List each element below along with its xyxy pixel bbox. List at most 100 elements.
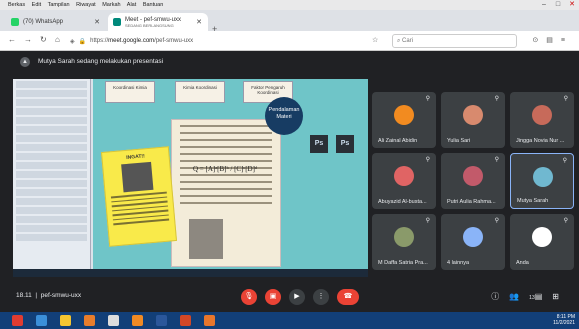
folder-icon[interactable]	[60, 315, 71, 326]
ps-icon: Ps	[336, 135, 354, 153]
mic-muted-icon: ⚲	[563, 218, 568, 224]
lock-icon: 🔒	[78, 38, 87, 45]
menu-bar: Berkas Edit Tampilan Riwayat Markah Alat…	[0, 0, 579, 10]
url-path: /pef-smwu-uxx	[154, 38, 194, 44]
participant-tile[interactable]: ⚲ 4 lainnya	[441, 214, 505, 270]
mic-muted-icon: ⚲	[562, 158, 567, 164]
meeting-info: 18.11 | pef-smwu-uxx	[16, 292, 82, 299]
more-options-icon[interactable]: ⋮	[313, 289, 329, 305]
chat-icon[interactable]: ▤	[535, 292, 553, 301]
slide-canvas: Koordinasi Kimia Kimia Koordinasi Faktor…	[93, 79, 368, 269]
meeting-controls-bar: 18.11 | pef-smwu-uxx 🎙 ▣ ▶ ⋮ ☎ ⓘ👥13▤⊞	[0, 281, 579, 312]
avatar	[532, 227, 552, 247]
folder-tab: Koordinasi Kimia	[105, 81, 155, 103]
sticky-title: INGAT!!	[126, 153, 146, 161]
menu-view[interactable]: Tampilan	[48, 2, 70, 8]
participant-name: Putri Aulia Rahma...	[447, 199, 496, 205]
word-icon[interactable]	[156, 315, 167, 326]
search-input[interactable]: ⌕ Cari	[392, 34, 517, 48]
ie-icon[interactable]	[36, 315, 47, 326]
toolbar-icons[interactable]: ⊙▤≡	[532, 36, 573, 44]
participant-tile[interactable]: ⚲ Mutya Sarah	[510, 153, 574, 209]
forward-icon[interactable]: →	[24, 35, 32, 44]
hang-up-icon[interactable]: ☎	[337, 289, 359, 305]
ps-icon: Ps	[310, 135, 328, 153]
menu-tools[interactable]: Alat	[127, 2, 136, 8]
avatar	[394, 166, 414, 186]
participant-name: Abuyazid Al-busta...	[378, 199, 427, 205]
camera-off-icon[interactable]: ▣	[265, 289, 281, 305]
menu-help[interactable]: Bantuan	[143, 2, 164, 8]
participant-name: Yulia Sari	[447, 138, 471, 144]
activities-icon[interactable]: ⊞	[552, 292, 569, 301]
close-window-icon[interactable]: ✕	[565, 0, 579, 10]
menu-file[interactable]: Berkas	[8, 2, 25, 8]
avatar	[463, 166, 483, 186]
avatar	[394, 227, 414, 247]
start-icon[interactable]	[12, 315, 23, 326]
search-placeholder: Cari	[402, 38, 414, 44]
slide-formula: Q = [A]ᵃ[B]ᵇ / [C]ᶜ[D]ᵈ	[193, 165, 258, 173]
sticky-photo	[121, 161, 154, 193]
participant-tile[interactable]: ⚲ Jingga Novia Nur ...	[510, 92, 574, 148]
mic-muted-icon: ⚲	[563, 96, 568, 102]
slide-paper	[171, 119, 281, 267]
minimize-icon[interactable]: –	[537, 0, 551, 10]
sticky-note: INGAT!!	[100, 146, 178, 247]
tab-label: Meet - pef-smwu-uxx	[125, 16, 182, 23]
mic-muted-icon: ⚲	[494, 96, 499, 102]
reload-icon[interactable]: ↻	[40, 35, 47, 44]
people-icon[interactable]: 👥	[509, 292, 529, 301]
tab-meet[interactable]: Meet - pef-smwu-uxx SEDANG BERLANGSUNG ✕	[108, 13, 208, 31]
tab-strip: (70) WhatsApp ✕ Meet - pef-smwu-uxx SEDA…	[0, 10, 579, 34]
url-field[interactable]: ◈ 🔒 https:// meet.google.com /pef-smwu-u…	[70, 34, 370, 48]
navigation-bar: ← → ↻ ⌂ ◈ 🔒 https:// meet.google.com /pe…	[0, 31, 579, 51]
system-clock: 8:11 PM 11/2/2021	[553, 314, 575, 326]
windows-taskbar: 8:11 PM 11/2/2021	[0, 312, 579, 329]
mic-muted-icon: ⚲	[494, 157, 499, 163]
firefox-icon[interactable]	[132, 315, 143, 326]
call-controls: 🎙 ▣ ▶ ⋮ ☎	[241, 289, 367, 305]
participant-tile[interactable]: ⚲ M Daffa Satria Pra...	[372, 214, 436, 270]
bookmark-star-icon[interactable]: ☆	[372, 36, 378, 44]
participant-tile[interactable]: ⚲ Abuyazid Al-busta...	[372, 153, 436, 209]
participant-tile[interactable]: ⚲ Putri Aulia Rahma...	[441, 153, 505, 209]
participant-name: M Daffa Satria Pra...	[378, 260, 428, 266]
participant-tile[interactable]: ⚲ Anda	[510, 214, 574, 270]
close-tab-icon[interactable]: ✕	[196, 18, 202, 26]
mic-off-icon[interactable]: 🎙	[241, 289, 257, 305]
participant-name: Ali Zainal Abidin	[378, 138, 418, 144]
powerpoint-icon[interactable]	[180, 315, 191, 326]
participant-tile[interactable]: ⚲ Ali Zainal Abidin	[372, 92, 436, 148]
app-icon[interactable]	[108, 315, 119, 326]
presentation-banner: ▲ Mutya Sarah sedang melakukan presentas…	[0, 51, 579, 72]
media-icon[interactable]	[84, 315, 95, 326]
close-tab-icon[interactable]: ✕	[94, 18, 100, 26]
menu-history[interactable]: Riwayat	[76, 2, 96, 8]
present-screen-icon[interactable]: ▶	[289, 289, 305, 305]
avatar	[533, 167, 553, 187]
menu-edit[interactable]: Edit	[32, 2, 41, 8]
presentation-window: Koordinasi Kimia Kimia Koordinasi Faktor…	[13, 79, 368, 269]
avatar	[463, 105, 483, 125]
mic-muted-icon: ⚲	[425, 96, 430, 102]
avatar	[394, 105, 414, 125]
home-icon[interactable]: ⌂	[55, 35, 60, 44]
folder-tab: Kimia Koordinasi	[175, 81, 225, 103]
avatar	[532, 105, 552, 125]
mic-muted-icon: ⚲	[425, 157, 430, 163]
participant-tile[interactable]: ⚲ Yulia Sari	[441, 92, 505, 148]
shared-screen: Koordinasi Kimia Kimia Koordinasi Faktor…	[13, 79, 368, 277]
browser-icon[interactable]	[204, 315, 215, 326]
tab-whatsapp[interactable]: (70) WhatsApp ✕	[6, 13, 106, 31]
avatar	[463, 227, 483, 247]
back-icon[interactable]: ←	[8, 35, 16, 44]
participant-name: Mutya Sarah	[517, 198, 549, 204]
scientist-portrait	[189, 219, 223, 259]
info-icon[interactable]: ⓘ	[491, 292, 509, 301]
participant-name: Jingga Novia Nur ...	[516, 138, 565, 144]
mic-muted-icon: ⚲	[425, 218, 430, 224]
participant-name: 4 lainnya	[447, 260, 470, 266]
maximize-icon[interactable]: □	[551, 0, 565, 10]
menu-bookmarks[interactable]: Markah	[102, 2, 120, 8]
